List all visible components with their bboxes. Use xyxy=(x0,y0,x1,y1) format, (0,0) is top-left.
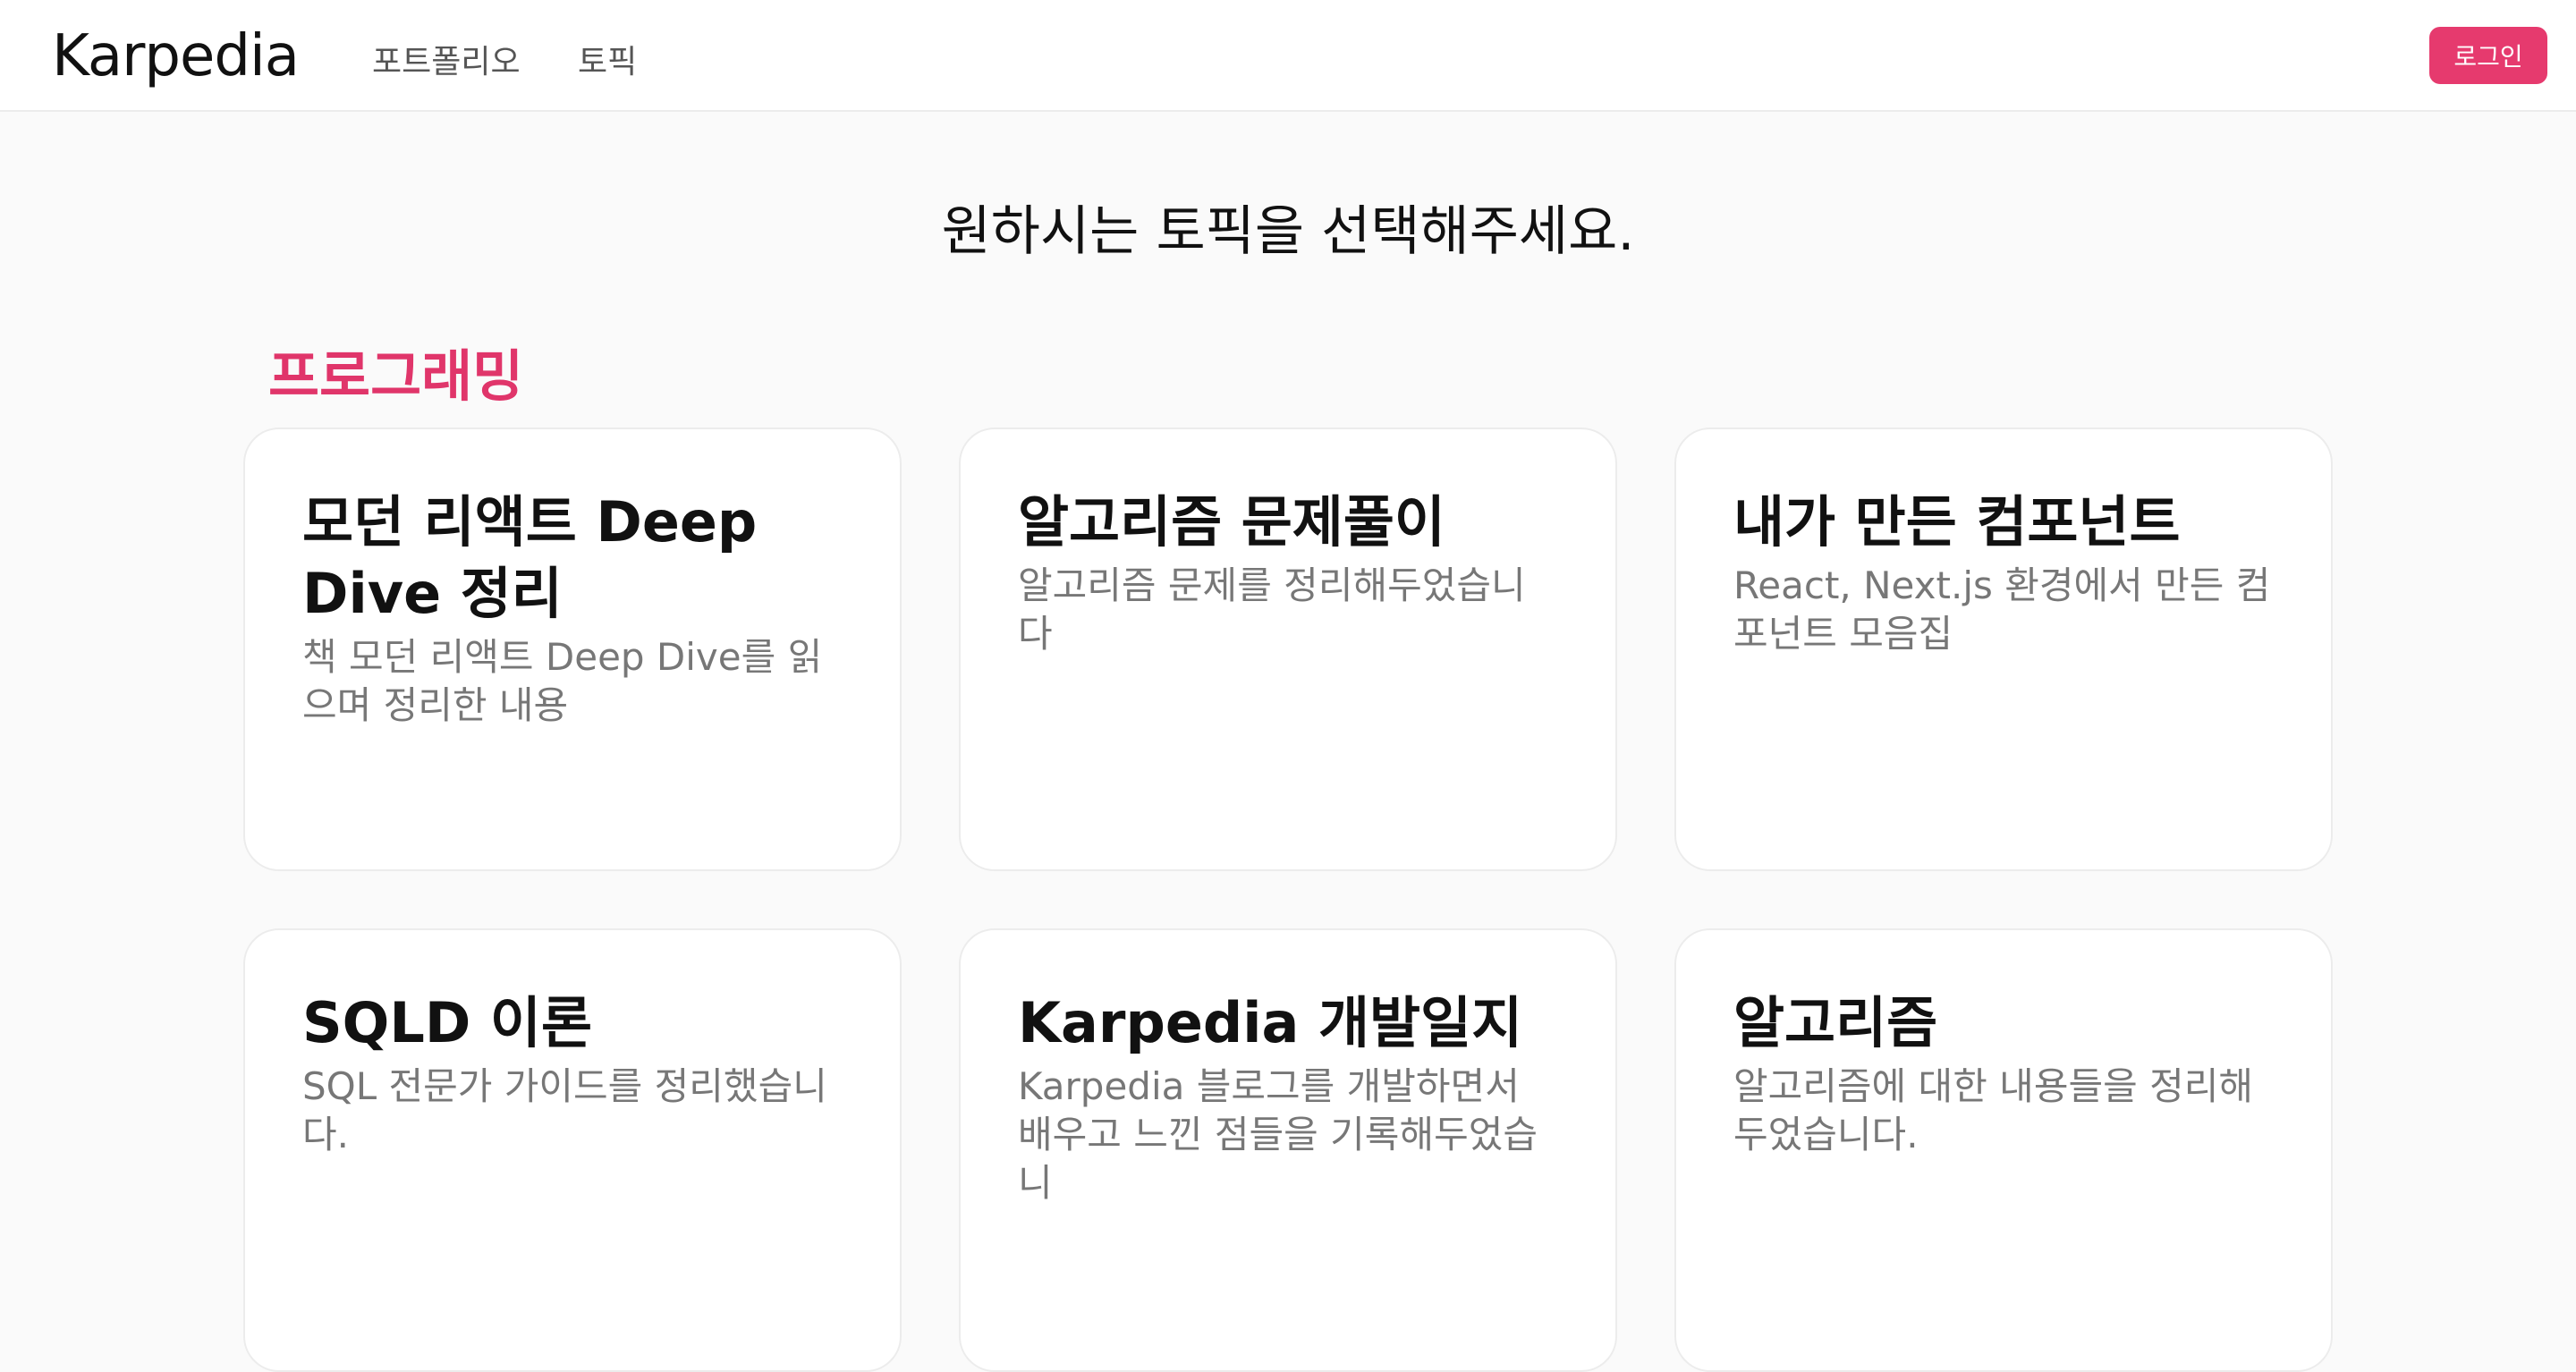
top-navbar: Karpedia 포트폴리오 토픽 로그인 xyxy=(0,0,2576,112)
topic-card[interactable]: 내가 만든 컴포넌트 React, Next.js 환경에서 만든 컴포넌트 모… xyxy=(1674,428,2333,871)
section-title-programming: 프로그래밍 xyxy=(268,343,524,409)
brand-logo[interactable]: Karpedia xyxy=(52,23,300,89)
topic-card-title: 내가 만든 컴포넌트 xyxy=(1733,489,2181,555)
login-button[interactable]: 로그인 xyxy=(2429,27,2547,84)
topic-card[interactable]: SQLD 이론 SQL 전문가 가이드를 정리했습니다. xyxy=(243,928,902,1372)
topic-card-description: React, Next.js 환경에서 만든 컴포넌트 모음집 xyxy=(1733,563,2271,656)
topic-card-description: Karpedia 블로그를 개발하면서 배우고 느낀 점들을 기록해두었습니 xyxy=(1018,1064,1538,1205)
topic-card[interactable]: 알고리즘 알고리즘에 대한 내용들을 정리해두었습니다. xyxy=(1674,928,2333,1372)
topic-card-title: 알고리즘 xyxy=(1733,990,1938,1055)
topic-card[interactable]: Karpedia 개발일지 Karpedia 블로그를 개발하면서 배우고 느낀… xyxy=(959,928,1617,1372)
nav-link-portfolio[interactable]: 포트폴리오 xyxy=(372,36,521,82)
page-title: 원하시는 토픽을 선택해주세요. xyxy=(941,200,1635,263)
topic-card-description: 책 모던 리액트 Deep Dive를 읽으며 정리한 내용 xyxy=(302,635,823,727)
topic-card-title: 모던 리액트 Deep Dive 정리 xyxy=(302,489,758,626)
topic-card-description: 알고리즘 문제를 정리해두었습니다 xyxy=(1018,563,1526,656)
topic-card-title: Karpedia 개발일지 xyxy=(1018,990,1523,1055)
topic-card[interactable]: 모던 리액트 Deep Dive 정리 책 모던 리액트 Deep Dive를 … xyxy=(243,428,902,871)
topic-card[interactable]: 알고리즘 문제풀이 알고리즘 문제를 정리해두었습니다 xyxy=(959,428,1617,871)
nav-link-topic[interactable]: 토픽 xyxy=(578,36,637,82)
topic-card-description: SQL 전문가 가이드를 정리했습니다. xyxy=(302,1064,827,1156)
topic-card-description: 알고리즘에 대한 내용들을 정리해두었습니다. xyxy=(1733,1064,2254,1156)
topic-card-title: 알고리즘 문제풀이 xyxy=(1018,489,1445,555)
topic-card-title: SQLD 이론 xyxy=(302,990,592,1055)
